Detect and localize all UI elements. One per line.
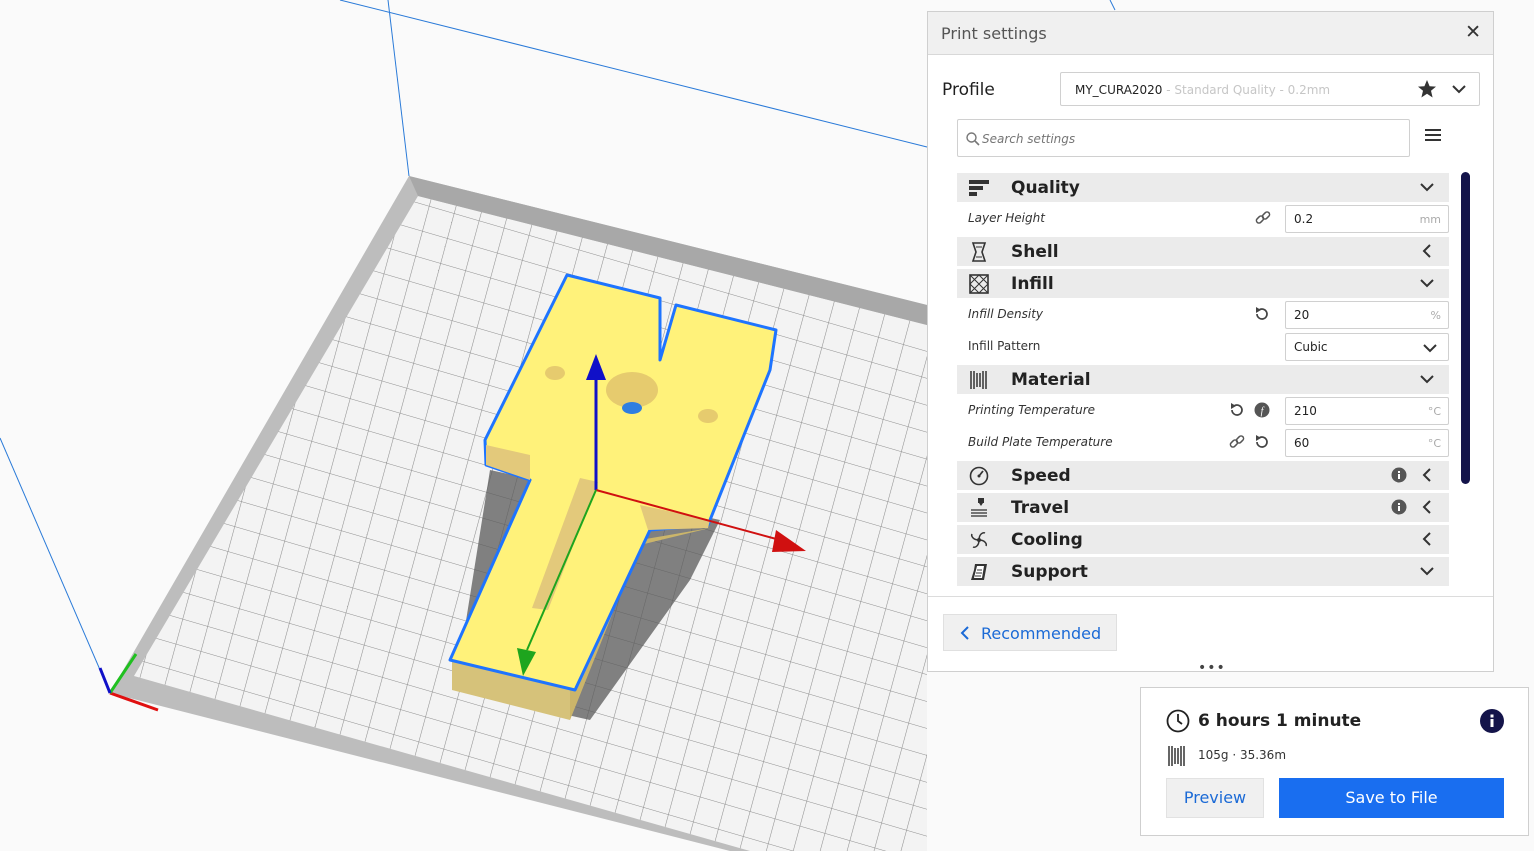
search-settings	[957, 119, 1410, 157]
field-value: 0.2	[1294, 212, 1314, 226]
material-icon	[970, 371, 987, 389]
setting-label: Printing Temperature	[968, 403, 1096, 417]
category-infill[interactable]: Infill	[957, 269, 1449, 298]
panel-title: Print settings	[941, 24, 1047, 43]
chevron-down-icon	[1420, 183, 1434, 192]
travel-icon	[971, 498, 987, 517]
category-label: Shell	[1011, 242, 1059, 262]
category-label: Quality	[1011, 178, 1080, 198]
category-support[interactable]: Support	[957, 557, 1449, 586]
star-icon[interactable]	[1417, 79, 1437, 99]
chevron-left-icon	[1422, 244, 1431, 258]
print-time: 6 hours 1 minute	[1198, 711, 1362, 731]
info-icon[interactable]	[1391, 467, 1407, 483]
search-input[interactable]	[980, 127, 1384, 151]
chevron-down-icon	[1452, 85, 1466, 94]
recommended-label: Recommended	[981, 624, 1102, 643]
category-label: Speed	[1011, 466, 1071, 486]
material-icon	[1168, 746, 1185, 766]
printing-temperature-input[interactable]: 210 °C	[1285, 397, 1449, 425]
category-cooling[interactable]: Cooling	[957, 525, 1449, 554]
support-icon	[971, 564, 987, 580]
setting-printing-temperature: Printing Temperature f 210 °C	[957, 395, 1449, 425]
infill-icon	[969, 274, 989, 294]
save-to-file-button[interactable]: Save to File	[1279, 778, 1504, 818]
field-unit: %	[1430, 309, 1441, 322]
info-icon[interactable]	[1391, 499, 1407, 515]
setting-infill-density: Infill Density 20 %	[957, 299, 1449, 329]
quality-icon	[969, 180, 989, 196]
category-label: Support	[1011, 562, 1088, 582]
settings-scrollbar[interactable]	[1461, 172, 1470, 484]
settings-menu-icon[interactable]	[1425, 128, 1441, 142]
chevron-down-icon	[1420, 279, 1434, 288]
chevron-left-icon	[1422, 468, 1431, 482]
setting-label: Infill Pattern	[968, 339, 1041, 353]
search-icon	[966, 132, 980, 146]
infill-density-input[interactable]: 20 %	[1285, 301, 1449, 329]
panel-resize-handle[interactable]: •••	[1198, 661, 1226, 675]
panel-header: Print settings ✕	[928, 12, 1493, 55]
settings-list: Quality Layer Height 0.2 mm Shell Infill…	[957, 170, 1449, 598]
category-quality[interactable]: Quality	[957, 173, 1449, 202]
shell-icon	[971, 242, 987, 262]
category-shell[interactable]: Shell	[957, 237, 1449, 266]
link-icon[interactable]	[1255, 210, 1271, 226]
print-action-panel: 6 hours 1 minute 105g · 35.36m Preview S…	[1140, 687, 1529, 836]
chevron-left-icon	[960, 626, 969, 640]
preview-button[interactable]: Preview	[1166, 778, 1264, 818]
setting-layer-height: Layer Height 0.2 mm	[957, 203, 1449, 233]
field-value: 210	[1294, 404, 1317, 418]
category-material[interactable]: Material	[957, 365, 1449, 394]
field-value: Cubic	[1294, 340, 1328, 354]
layer-height-input[interactable]: 0.2 mm	[1285, 205, 1449, 233]
category-label: Travel	[1011, 498, 1070, 518]
info-icon[interactable]	[1480, 709, 1504, 733]
setting-label: Layer Height	[968, 211, 1045, 225]
reset-icon[interactable]	[1229, 402, 1245, 418]
chevron-down-icon	[1420, 567, 1434, 576]
print-settings-panel: Print settings ✕ Profile MY_CURA2020 - S…	[927, 11, 1494, 675]
chevron-left-icon	[1422, 532, 1431, 546]
fan-icon	[971, 532, 987, 548]
category-label: Cooling	[1011, 530, 1083, 550]
recommended-button[interactable]: Recommended	[943, 614, 1117, 651]
category-label: Material	[1011, 370, 1091, 390]
setting-label: Build Plate Temperature	[968, 435, 1113, 449]
link-icon[interactable]	[1229, 434, 1245, 450]
field-unit: mm	[1419, 213, 1441, 226]
field-value: 60	[1294, 436, 1310, 450]
function-icon[interactable]: f	[1254, 402, 1270, 418]
field-value: 20	[1294, 308, 1310, 322]
chevron-left-icon	[1422, 500, 1431, 514]
chevron-down-icon	[1420, 375, 1434, 384]
category-travel[interactable]: Travel	[957, 493, 1449, 522]
material-usage: 105g · 35.36m	[1198, 748, 1287, 762]
setting-label: Infill Density	[968, 307, 1043, 321]
infill-pattern-select[interactable]: Cubic	[1285, 333, 1449, 361]
field-unit: °C	[1427, 437, 1441, 450]
panel-divider	[928, 596, 1493, 597]
clock-icon	[1166, 709, 1190, 733]
build-plate-temperature-input[interactable]: 60 °C	[1285, 429, 1449, 457]
chevron-down-icon	[1423, 344, 1437, 353]
setting-infill-pattern: Infill Pattern Cubic	[957, 331, 1449, 361]
profile-quality: - Standard Quality - 0.2mm	[1162, 83, 1331, 97]
profile-select[interactable]: MY_CURA2020 - Standard Quality - 0.2mm	[1060, 72, 1480, 106]
profile-label: Profile	[942, 80, 995, 100]
reset-icon[interactable]	[1254, 434, 1270, 450]
speed-icon	[969, 466, 989, 486]
profile-name: MY_CURA2020 - Standard Quality - 0.2mm	[1075, 83, 1331, 97]
category-label: Infill	[1011, 274, 1054, 294]
setting-build-plate-temperature: Build Plate Temperature 60 °C	[957, 427, 1449, 457]
reset-icon[interactable]	[1254, 306, 1270, 322]
close-icon[interactable]: ✕	[1465, 22, 1481, 42]
field-unit: °C	[1427, 405, 1441, 418]
category-speed[interactable]: Speed	[957, 461, 1449, 490]
